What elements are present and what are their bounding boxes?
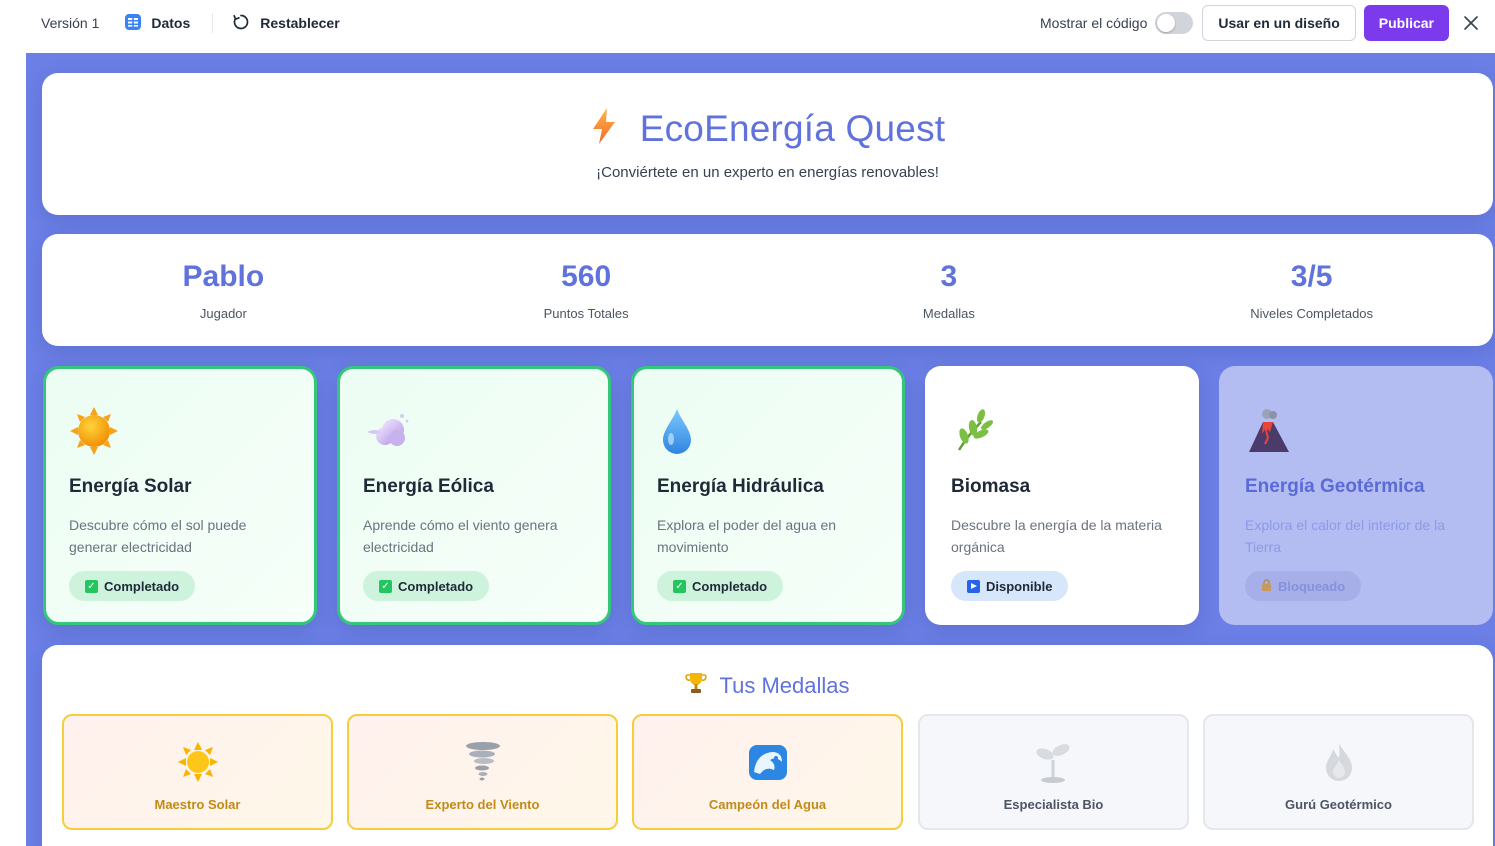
page-title: EcoEnergía Quest	[639, 107, 946, 149]
stats-card: Pablo Jugador 560 Puntos Totales 3 Medal…	[42, 234, 1493, 346]
stat-label: Medallas	[922, 306, 975, 321]
status-label: Disponible	[986, 578, 1053, 594]
lock-icon	[1261, 578, 1272, 594]
level-description: Explora el calor del interior de la Tier…	[1245, 517, 1445, 555]
level-card-solar[interactable]: Energía Solar Descubre cómo el sol puede…	[43, 366, 317, 625]
seedling-icon	[1032, 740, 1076, 784]
play-icon	[967, 579, 980, 593]
check-icon: ✓	[673, 579, 686, 593]
stat-value: Pablo	[182, 260, 265, 293]
medal-card[interactable]: Experto del Viento	[347, 714, 618, 830]
check-icon: ✓	[379, 579, 392, 593]
stat-label: Puntos Totales	[543, 306, 629, 321]
medal-name: Gurú Geotérmico	[1285, 797, 1392, 812]
status-label: Completado	[692, 578, 768, 594]
stat-player: Pablo Jugador	[42, 234, 405, 346]
stat-value: 3	[940, 260, 958, 293]
stat-label: Niveles Completados	[1250, 306, 1374, 321]
level-description: Descubre la energía de la materia orgáni…	[951, 517, 1162, 555]
show-code-label: Mostrar el código	[1040, 15, 1148, 31]
lightning-icon	[590, 107, 618, 150]
level-description: Explora el poder del agua en movimiento	[657, 517, 837, 555]
stat-value: 3/5	[1290, 260, 1333, 293]
use-in-design-button[interactable]: Usar en un diseño	[1202, 5, 1356, 41]
water-drop-icon	[657, 406, 707, 456]
status-badge: ✓ Completado	[363, 571, 490, 601]
toggle-knob	[1157, 14, 1176, 32]
show-code-toggle[interactable]	[1155, 12, 1194, 34]
level-title: Energía Eólica	[363, 476, 494, 497]
top-toolbar: Versión 1 Datos Restablecer Mostrar el c…	[0, 0, 1495, 46]
check-icon: ✓	[85, 579, 98, 593]
status-badge: ✓ Completado	[657, 571, 784, 601]
medal-card[interactable]: Maestro Solar	[62, 714, 333, 830]
stat-value: 560	[561, 260, 612, 293]
publish-button[interactable]: Publicar	[1363, 5, 1449, 41]
level-title: Energía Solar	[69, 476, 192, 497]
medal-name: Especialista Bio	[1003, 797, 1104, 812]
toolbar-divider	[212, 13, 214, 33]
data-button-label: Datos	[151, 15, 191, 31]
sun-burst-icon	[176, 740, 220, 784]
header-card: EcoEnergía Quest ¡Conviértete en un expe…	[42, 73, 1493, 215]
wave-icon	[746, 740, 790, 784]
level-card-geothermal: Energía Geotérmica Explora el calor del …	[1219, 366, 1493, 625]
level-title: Biomasa	[951, 476, 1031, 497]
flame-icon	[1317, 740, 1361, 784]
level-title: Energía Geotérmica	[1245, 476, 1425, 497]
stat-points: 560 Puntos Totales	[405, 234, 768, 346]
medals-title: Tus Medallas	[719, 672, 850, 698]
medal-card[interactable]: Gurú Geotérmico	[1203, 714, 1474, 830]
status-label: Bloqueado	[1278, 578, 1346, 594]
stat-medals: 3 Medallas	[768, 234, 1131, 346]
medals-heading: Tus Medallas	[42, 671, 1493, 700]
stat-label: Jugador	[199, 306, 247, 321]
medal-name: Campeón del Agua	[708, 797, 827, 812]
level-card-biomass[interactable]: Biomasa Descubre la energía de la materi…	[925, 366, 1199, 625]
table-icon	[124, 13, 142, 34]
status-badge: ✓ Completado	[69, 571, 196, 601]
version-label[interactable]: Versión 1	[41, 15, 99, 31]
level-description: Descubre cómo el sol puede generar elect…	[69, 517, 247, 555]
medals-card: Tus Medallas Maestro Solar Experto del V…	[42, 645, 1493, 846]
status-label: Completado	[104, 578, 180, 594]
level-card-hydro[interactable]: Energía Hidráulica Explora el poder del …	[631, 366, 905, 625]
app-canvas: EcoEnergía Quest ¡Conviértete en un expe…	[26, 53, 1495, 846]
medal-card[interactable]: Campeón del Agua	[632, 714, 903, 830]
medal-name: Maestro Solar	[154, 797, 241, 812]
trophy-icon	[685, 671, 708, 700]
wind-icon	[363, 406, 413, 456]
tornado-icon	[461, 740, 505, 784]
data-button[interactable]: Datos	[124, 13, 190, 34]
level-card-wind[interactable]: Energía Eólica Aprende cómo el viento ge…	[337, 366, 611, 625]
herb-icon	[951, 406, 1001, 456]
sun-icon	[69, 406, 119, 456]
reset-button-label: Restablecer	[260, 15, 340, 31]
medal-name: Experto del Viento	[425, 797, 540, 812]
medal-card[interactable]: Especialista Bio	[918, 714, 1189, 830]
level-description: Aprende cómo el viento genera electricid…	[363, 517, 558, 555]
reset-icon	[231, 12, 251, 35]
page-subtitle: ¡Conviértete en un experto en energías r…	[596, 164, 939, 181]
close-icon[interactable]	[1463, 15, 1479, 31]
status-badge: Disponible	[951, 571, 1069, 601]
volcano-icon	[1245, 406, 1295, 456]
level-title: Energía Hidráulica	[657, 476, 824, 497]
status-badge: Bloqueado	[1245, 571, 1362, 601]
reset-button[interactable]: Restablecer	[231, 12, 340, 35]
stat-levels: 3/5 Niveles Completados	[1130, 234, 1493, 346]
status-label: Completado	[398, 578, 474, 594]
